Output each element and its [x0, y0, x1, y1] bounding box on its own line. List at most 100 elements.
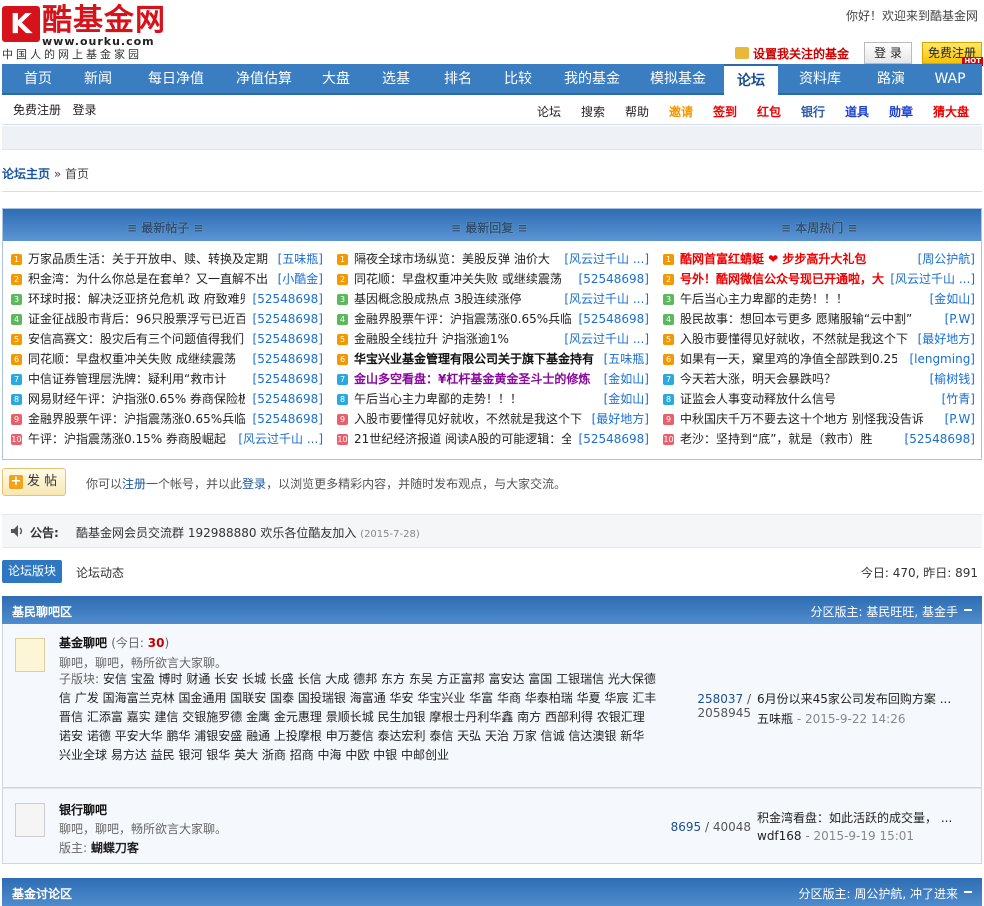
register-button[interactable]: 免费注册 HOT: [922, 42, 983, 66]
topic-author[interactable]: [竹青]: [942, 389, 975, 409]
topic-title[interactable]: 网易财经午评：沪指涨0.65% 券商保险板: [28, 389, 245, 409]
hint-register-link[interactable]: 注册: [122, 477, 146, 491]
topic-author[interactable]: [52548698]: [253, 289, 323, 309]
topic-author[interactable]: [52548698]: [253, 309, 323, 329]
topic-title[interactable]: 同花顺：早盘权重冲关失败 或继续震荡: [354, 269, 571, 289]
hint-login-link[interactable]: 登录: [242, 477, 266, 491]
topic-title[interactable]: 金融界股票午评：沪指震荡涨0.65%兵临: [354, 309, 571, 329]
nav-item[interactable]: 路演: [860, 64, 922, 95]
topic-title[interactable]: 如果有一天，窠里鸡的净值全部跌到0.25。: [680, 349, 897, 369]
topic-author[interactable]: [P.W]: [945, 409, 975, 429]
topic-title[interactable]: 安信高赛文：股灾后有三个问题值得我们: [28, 329, 245, 349]
toolbar-link[interactable]: 帮助: [625, 103, 649, 120]
nav-item[interactable]: 净值估算: [218, 64, 310, 95]
nav-item[interactable]: 比较: [486, 64, 550, 95]
topic-author[interactable]: [52548698]: [253, 369, 323, 389]
topic-title[interactable]: 入股市要懂得见好就收，不然就是我这个下: [680, 329, 926, 349]
topic-author[interactable]: [52548698]: [579, 429, 649, 449]
topic-title[interactable]: 今天若大涨，明天会暴跌吗？: [680, 369, 933, 389]
topic-author[interactable]: [52548698]: [253, 409, 323, 429]
moderator-name[interactable]: 蝴蝶刀客: [91, 841, 139, 855]
breadcrumb-forum-home[interactable]: 论坛主页: [2, 167, 50, 181]
toolbar-link[interactable]: 签到: [713, 103, 737, 120]
topic-title[interactable]: 积金湾：为什么你总是在套单？又一直解不出: [28, 269, 281, 289]
nav-item[interactable]: 论坛: [724, 64, 778, 95]
toolbar-link[interactable]: 邀请: [669, 103, 693, 120]
topic-title[interactable]: 中信证券管理层洗牌：疑利用“救市计: [28, 369, 245, 389]
topic-title[interactable]: 中秋国庆千万不要去这十个地方 别怪我没告诉: [680, 409, 933, 429]
topic-author[interactable]: [风云过千山 ...]: [238, 429, 323, 449]
topic-title[interactable]: 酷网首富红蜻蜓 ❤ 步步高升大礼包: [680, 249, 926, 269]
topic-author[interactable]: [lengming]: [909, 349, 975, 369]
new-post-button[interactable]: + 发 帖: [2, 468, 66, 496]
collapse-icon[interactable]: [964, 609, 972, 611]
topic-title[interactable]: 股民故事：想回本亏更多 愿赌服输“云中割”: [680, 309, 933, 329]
login-link[interactable]: 登录: [72, 103, 96, 117]
topic-title[interactable]: 同花顺：早盘权重冲关失败 成继续震荡: [28, 349, 245, 369]
topic-author[interactable]: [金如山]: [930, 289, 975, 309]
topic-author[interactable]: [风云过千山 ...]: [890, 269, 975, 289]
topic-title[interactable]: 金融股全线拉升 沪指涨逾1%: [354, 329, 564, 349]
topic-title[interactable]: 入股市要懂得见好就收，不然就是我这个下: [354, 409, 600, 429]
topic-title[interactable]: 金山多空看盘：¥杠杆基金黄金圣斗士的修炼: [354, 369, 607, 389]
forum-name[interactable]: 基金聊吧 (今日: 30): [59, 634, 169, 651]
login-button[interactable]: 登 录: [864, 42, 912, 64]
topic-author[interactable]: [小酷金]: [278, 269, 323, 289]
toolbar-link[interactable]: 论坛: [537, 103, 561, 120]
topic-author[interactable]: [风云过千山 ...]: [564, 249, 649, 269]
site-logo[interactable]: K 酷基金网 www.ourku.com 中国人的网上基金家园: [2, 4, 170, 61]
set-favorite-funds-link[interactable]: 设置我关注的基金: [735, 45, 849, 62]
topic-title[interactable]: 21世纪经济报道 阅读A股的可能逻辑：全: [354, 429, 571, 449]
nav-item[interactable]: 我的基金: [546, 64, 638, 95]
nav-item[interactable]: 选基: [364, 64, 428, 95]
topic-title[interactable]: 基因概念股成热点 3股连续涨停: [354, 289, 564, 309]
collapse-icon[interactable]: [964, 891, 972, 893]
nav-item[interactable]: 模拟基金: [632, 64, 724, 95]
topic-author[interactable]: [52548698]: [253, 349, 323, 369]
nav-item[interactable]: 资料库: [786, 64, 854, 95]
last-post-user[interactable]: wdf168: [757, 829, 802, 843]
topic-title[interactable]: 号外！酷网微信公众号现已开通啦，大: [680, 269, 890, 289]
nav-item[interactable]: 大盘: [304, 64, 368, 95]
topic-title[interactable]: 午评：沪指震荡涨0.15% 券商股崛起: [28, 429, 238, 449]
nav-item[interactable]: 每日净值: [130, 64, 222, 95]
topic-author[interactable]: [52548698]: [905, 429, 975, 449]
nav-item[interactable]: WAP: [920, 64, 980, 95]
topic-author[interactable]: [风云过千山 ...]: [564, 329, 649, 349]
nav-item[interactable]: 排名: [426, 64, 490, 95]
last-post-title[interactable]: 积金湾看盘：如此活跃的成交量， ...: [757, 809, 952, 826]
toolbar-link[interactable]: 搜索: [581, 103, 605, 120]
section-title[interactable]: 基民聊吧区: [12, 603, 72, 620]
nav-item[interactable]: 首页: [6, 64, 70, 95]
topic-author[interactable]: [52548698]: [253, 329, 323, 349]
toolbar-link[interactable]: 银行: [801, 103, 825, 120]
topic-title[interactable]: 证监会人事变动释放什么信号: [680, 389, 940, 409]
topic-author[interactable]: [P.W]: [945, 309, 975, 329]
topic-title[interactable]: 万家品质生活：关于开放申、赎、转换及定期: [28, 249, 281, 269]
topic-author[interactable]: [52548698]: [253, 389, 323, 409]
topic-title[interactable]: 老沙：坚持到“底”，就是（救市）胜: [680, 429, 897, 449]
topic-title[interactable]: 午后当心主力卑鄙的走势！！！: [680, 289, 933, 309]
nav-item[interactable]: 新闻: [66, 64, 130, 95]
register-link[interactable]: 免费注册: [13, 103, 61, 117]
topic-author[interactable]: [52548698]: [579, 269, 649, 289]
tab-forum-sections[interactable]: 论坛版块: [2, 560, 62, 583]
toolbar-link[interactable]: 道具: [845, 103, 869, 120]
section-title[interactable]: 基金讨论区: [12, 885, 72, 902]
toolbar-link[interactable]: 勋章: [889, 103, 913, 120]
topic-author[interactable]: [周公护航]: [918, 249, 975, 269]
topic-author[interactable]: [五味瓶]: [278, 249, 323, 269]
topic-author[interactable]: [五味瓶]: [604, 349, 649, 369]
announcement-link[interactable]: 酷基金网会员交流群 192988880 欢乐各位酷友加入 (2015-7-28): [76, 524, 420, 541]
topic-author[interactable]: [52548698]: [579, 309, 649, 329]
topic-title[interactable]: 证金征战股市背后：96只股票浮亏已近百: [28, 309, 245, 329]
last-post-user[interactable]: 五味瓶: [757, 712, 793, 726]
topic-author[interactable]: [最好地方]: [918, 329, 975, 349]
tab-forum-activity[interactable]: 论坛动态: [76, 564, 124, 581]
forum-name[interactable]: 银行聊吧: [59, 801, 107, 818]
topic-author[interactable]: [最好地方]: [592, 409, 649, 429]
topic-title[interactable]: 华宝兴业基金管理有限公司关于旗下基金持有: [354, 349, 607, 369]
topic-title[interactable]: 午后当心主力卑鄙的走势！！！: [354, 389, 607, 409]
topic-title[interactable]: 环球时报：解决泛亚挤兑危机 政 府致难兜: [28, 289, 245, 309]
toolbar-link[interactable]: 猜大盘: [933, 103, 969, 120]
